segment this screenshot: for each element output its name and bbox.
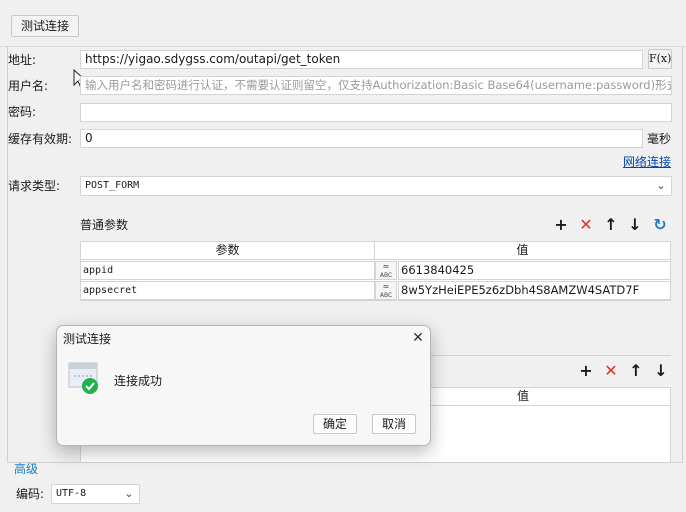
type-badge-icon[interactable]: ≈ ABC (375, 261, 397, 280)
password-input[interactable] (80, 103, 672, 122)
success-icon (68, 362, 98, 394)
params-table-header: 参数 值 (80, 241, 671, 260)
username-input[interactable]: 输入用户名和密码进行认证，不需要认证则留空，仅支持Authorization:B… (80, 76, 672, 95)
request-type-select[interactable]: POST_FORM (80, 176, 672, 196)
cache-unit-label: 毫秒 (647, 132, 672, 146)
ok-button[interactable]: 确定 (313, 414, 357, 434)
delete-icon[interactable]: ✕ (577, 216, 595, 234)
address-label: 地址: (8, 53, 37, 67)
dialog-title: 测试连接 (63, 332, 112, 346)
move-up-icon[interactable]: ↑ (627, 362, 645, 380)
move-down-icon[interactable]: ↓ (626, 216, 644, 234)
panel-left-border (7, 46, 8, 462)
move-up-icon[interactable]: ↑ (602, 216, 620, 234)
close-icon[interactable]: ✕ (409, 329, 427, 347)
table-row-param-name[interactable]: appsecret (80, 281, 375, 300)
move-down-icon[interactable]: ↓ (652, 362, 670, 380)
request-type-value: POST_FORM (85, 180, 140, 191)
formula-button[interactable]: F(x) (648, 49, 672, 69)
cache-input[interactable]: 0 (80, 129, 643, 148)
test-connection-button[interactable]: 测试连接 (11, 15, 79, 37)
params-title: 普通参数 (80, 218, 129, 232)
encoding-label: 编码: (16, 487, 45, 501)
table-row-param-value[interactable]: 6613840425 (398, 261, 671, 280)
add-icon[interactable]: + (577, 362, 595, 380)
dialog-message: 连接成功 (114, 374, 163, 388)
advanced-title[interactable]: 高级 (14, 460, 38, 478)
cancel-button[interactable]: 取消 (372, 414, 416, 434)
username-label: 用户名: (8, 79, 49, 93)
refresh-icon[interactable]: ↻ (651, 216, 669, 234)
chevron-down-icon[interactable]: ⌄ (652, 177, 670, 195)
column-header-param: 参数 (81, 242, 375, 259)
delete-icon[interactable]: ✕ (602, 362, 620, 380)
chevron-down-icon[interactable]: ⌄ (120, 485, 138, 503)
table-row-param-value[interactable]: 8w5YzHeiEPE5z6zDbh4S8AMZW4SATD7F (398, 281, 671, 300)
request-type-label: 请求类型: (8, 179, 61, 193)
panel-right-border (682, 46, 683, 462)
add-icon[interactable]: + (552, 216, 570, 234)
password-label: 密码: (8, 105, 37, 119)
encoding-value: UTF-8 (56, 488, 87, 499)
type-badge-text: ABC (379, 272, 393, 279)
cache-label: 缓存有效期: (8, 132, 73, 146)
type-badge-text: ABC (379, 292, 393, 299)
address-input[interactable]: https://yigao.sdygss.com/outapi/get_toke… (80, 50, 643, 69)
test-connection-dialog: 测试连接 ✕ 连接成功 确定 取消 (56, 325, 431, 446)
network-connection-link[interactable]: 网络连接 (623, 153, 671, 171)
type-badge-icon[interactable]: ≈ ABC (375, 281, 397, 300)
column-header-value: 值 (516, 243, 529, 257)
dialog-titlebar (57, 326, 430, 352)
panel-bottom-border (7, 462, 683, 463)
table-row-param-name[interactable]: appid (80, 261, 375, 280)
